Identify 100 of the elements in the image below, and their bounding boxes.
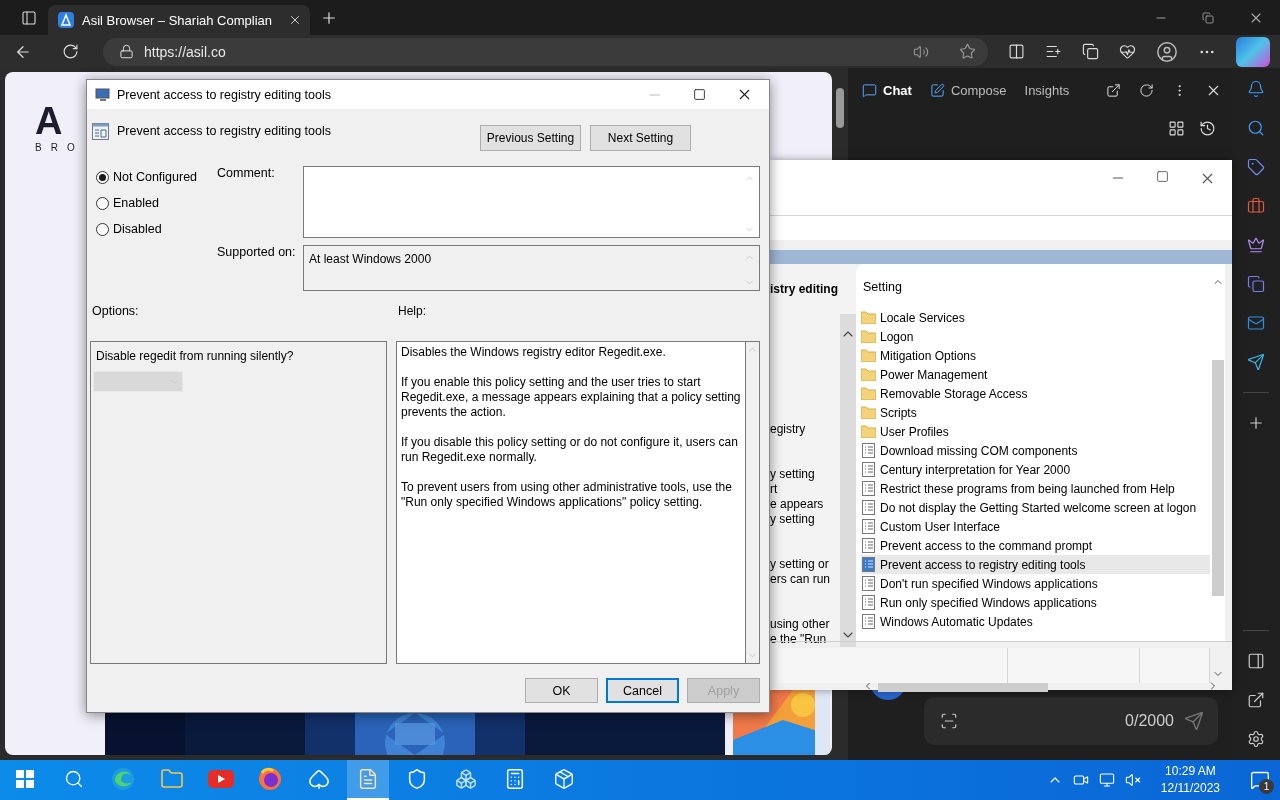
history-icon[interactable]: [1199, 120, 1216, 137]
radio-option[interactable]: Disabled: [96, 222, 217, 236]
restore-icon[interactable]: [1202, 11, 1214, 24]
bell-icon[interactable]: [1247, 80, 1265, 98]
collections-icon[interactable]: [1082, 43, 1099, 60]
favorites-icon[interactable]: [1045, 43, 1062, 60]
policy-icon: [861, 576, 876, 591]
firefox-icon[interactable]: [258, 767, 282, 791]
address-bar[interactable]: https://asil.co: [103, 37, 988, 66]
chess-icon[interactable]: [1247, 236, 1265, 254]
copilot-icon[interactable]: [1247, 275, 1265, 293]
apps-icon[interactable]: [1168, 120, 1185, 137]
radio-option[interactable]: Enabled: [96, 196, 217, 210]
sidebar-icon[interactable]: [1247, 652, 1265, 670]
network-icon[interactable]: [1098, 772, 1115, 788]
calculator-icon[interactable]: [504, 768, 526, 790]
list-item[interactable]: Do not display the Getting Started welcome screen at logon: [861, 498, 1210, 517]
open-external-icon[interactable]: [1247, 691, 1265, 709]
description-line: y setting: [770, 512, 816, 527]
scrollbar-thumb[interactable]: [836, 88, 844, 128]
list-item[interactable]: Century interpretation for Year 2000: [861, 460, 1210, 479]
list-item[interactable]: Prevent access to the command prompt: [861, 536, 1210, 555]
paper-plane-icon[interactable]: [1247, 353, 1265, 371]
tab-actions-icon[interactable]: [21, 9, 37, 26]
volume-muted-icon[interactable]: [1124, 772, 1141, 788]
policy-icon: [861, 462, 876, 477]
read-aloud-icon[interactable]: [913, 43, 929, 60]
video-play-icon[interactable]: [208, 770, 234, 788]
url-text: https://asil.co: [144, 43, 227, 60]
browser-tab[interactable]: Asil Browser – Shariah Complian: [48, 5, 310, 35]
next-setting-button[interactable]: Next Setting: [590, 125, 691, 151]
radio-option[interactable]: Not Configured: [96, 170, 217, 184]
list-item[interactable]: User Profiles: [861, 422, 1210, 441]
copilot-tab[interactable]: Compose: [929, 82, 1007, 98]
refresh-icon[interactable]: [62, 43, 79, 60]
compose-icon[interactable]: [929, 82, 945, 98]
list-item[interactable]: Prevent access to registry editing tools: [861, 555, 1210, 574]
list-item[interactable]: Locale Services: [861, 308, 1210, 327]
add-icon[interactable]: [1247, 414, 1265, 432]
favorite-icon[interactable]: [959, 43, 976, 60]
character-counter: 0/2000: [1125, 712, 1174, 730]
scrollbar-thumb[interactable]: [1211, 360, 1224, 596]
copilot-tab[interactable]: Insights: [1024, 82, 1070, 98]
dropdown-field[interactable]: [93, 371, 183, 392]
shield-icon[interactable]: [406, 768, 428, 790]
column-header[interactable]: Setting: [861, 280, 1210, 308]
folder-icon: [861, 406, 876, 419]
maximize-icon[interactable]: [1156, 170, 1169, 183]
list-item[interactable]: Download missing COM components: [861, 441, 1210, 460]
folder-icon: [861, 330, 876, 343]
chat-icon[interactable]: [862, 82, 877, 98]
notification-icon[interactable]: [1250, 770, 1270, 790]
profile-avatar-icon[interactable]: [1156, 40, 1178, 63]
lock-icon[interactable]: [119, 44, 134, 59]
send-icon[interactable]: [1184, 711, 1204, 731]
maximize-icon[interactable]: [693, 88, 706, 101]
list-item[interactable]: Scripts: [861, 403, 1210, 422]
close-icon[interactable]: [288, 13, 302, 27]
split-screen-icon[interactable]: [1008, 43, 1025, 60]
copilot-icon[interactable]: [1236, 36, 1270, 67]
outlook-icon[interactable]: [1247, 314, 1265, 332]
field-label: Comment:: [217, 166, 276, 182]
chat-input-field[interactable]: 0/2000: [924, 697, 1218, 745]
toolbox-icon[interactable]: [1247, 197, 1265, 215]
list-item[interactable]: Don't run specified Windows applications: [861, 574, 1210, 593]
refresh-icon[interactable]: [1139, 82, 1154, 98]
list-item[interactable]: Custom User Interface: [861, 517, 1210, 536]
description-line: y setting or: [770, 557, 830, 572]
search-icon[interactable]: [1247, 119, 1265, 137]
help-text: To prevent users from using other administrative tools, use the "Run only specified Windows applications" policy setting.: [401, 480, 733, 510]
list-item[interactable]: Logon: [861, 327, 1210, 346]
open-external-icon[interactable]: [1106, 82, 1121, 98]
list-item[interactable]: Power Management: [861, 365, 1210, 384]
tag-icon[interactable]: [1247, 158, 1265, 176]
policy-icon: [861, 481, 876, 496]
dialog-title: Prevent access to registry editing tools: [117, 87, 332, 102]
dialog-button[interactable]: Cancel: [606, 678, 679, 703]
playing-cards-icon[interactable]: [308, 768, 330, 790]
camera-icon[interactable]: [1072, 772, 1089, 788]
list-item[interactable]: Run only specified Windows applications: [861, 593, 1210, 612]
policy-icon: [861, 557, 876, 572]
package-icon[interactable]: [553, 768, 575, 790]
dialog-button[interactable]: OK: [525, 678, 598, 703]
search-icon[interactable]: [64, 769, 84, 789]
list-item[interactable]: Mitigation Options: [861, 346, 1210, 365]
list-item[interactable]: Windows Automatic Updates: [861, 612, 1210, 631]
windows-start-icon[interactable]: [16, 770, 34, 788]
folder-icon: [861, 349, 876, 362]
list-item[interactable]: Restrict these programs from being launched from Help: [861, 479, 1210, 498]
taskbar-app[interactable]: [347, 760, 389, 800]
previous-setting-button[interactable]: Previous Setting: [480, 125, 581, 151]
options-label: Options:: [92, 304, 140, 320]
list-item[interactable]: Removable Storage Access: [861, 384, 1210, 403]
screenshot-icon[interactable]: [940, 712, 958, 730]
settings-icon[interactable]: [1247, 730, 1265, 748]
copilot-tab[interactable]: Chat: [862, 82, 912, 98]
clock-date: 12/11/2023: [1160, 780, 1220, 797]
heart-pulse-icon[interactable]: [1119, 43, 1136, 60]
cubes-icon[interactable]: [455, 768, 477, 790]
help-text: If you disable this policy setting or do not configure it, users can run Regedit.exe normally.: [401, 435, 739, 465]
